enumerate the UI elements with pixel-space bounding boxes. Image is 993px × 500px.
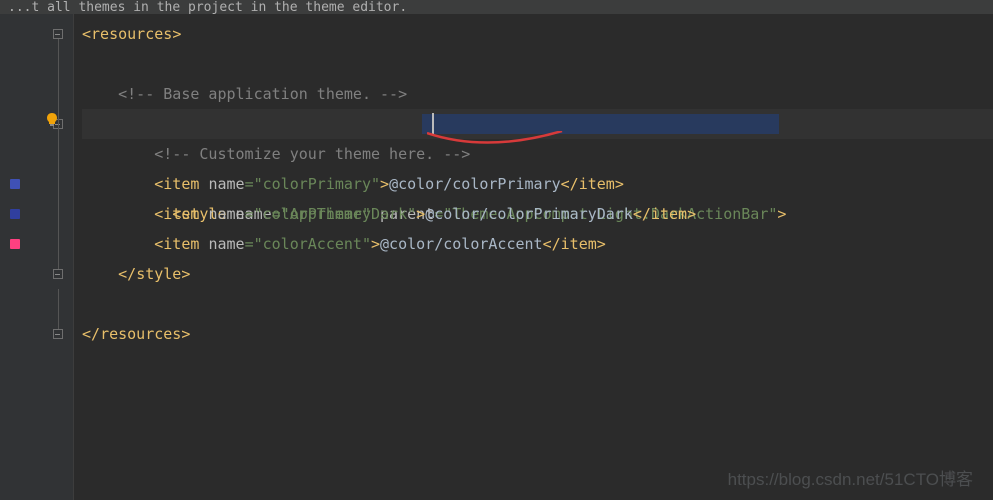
code-line[interactable]: </style>: [82, 259, 993, 289]
color-swatch[interactable]: [10, 179, 20, 189]
line-number: [6, 199, 36, 229]
code-editor[interactable]: <resources> <!-- Base application theme.…: [74, 14, 993, 500]
intention-bulb-icon[interactable]: [46, 113, 58, 127]
fold-toggle-icon[interactable]: [53, 269, 63, 279]
line-number: [6, 169, 36, 199]
code-line[interactable]: <item name="colorAccent">@color/colorAcc…: [82, 229, 993, 259]
line-number: [6, 79, 36, 109]
line-number: [6, 19, 36, 49]
code-line[interactable]: <!-- Customize your theme here. -->: [82, 139, 993, 169]
color-swatch[interactable]: [10, 209, 20, 219]
code-line[interactable]: <item name="colorPrimary">@color/colorPr…: [82, 169, 993, 199]
fold-gutter: [42, 14, 74, 500]
line-number: [6, 49, 36, 79]
fold-toggle-icon[interactable]: [53, 29, 63, 39]
banner-bar: ...t all themes in the project in the th…: [0, 0, 993, 14]
code-line[interactable]: <resources>: [82, 19, 993, 49]
watermark-text: https://blog.csdn.net/51CTO博客: [728, 465, 973, 490]
fold-toggle-icon[interactable]: [53, 329, 63, 339]
line-number: [6, 229, 36, 259]
code-line[interactable]: [82, 289, 993, 319]
editor-container: <resources> <!-- Base application theme.…: [0, 14, 993, 500]
code-line[interactable]: [82, 49, 993, 79]
line-number: [6, 259, 36, 289]
code-line-active[interactable]: <style name="AppTheme" parent="Theme.App…: [82, 109, 993, 139]
line-number: [6, 289, 36, 319]
code-line[interactable]: <!-- Base application theme. -->: [82, 79, 993, 109]
line-number: [6, 109, 36, 139]
line-number-gutter: [0, 14, 42, 500]
code-line[interactable]: <item name="colorPrimaryDark">@color/col…: [82, 199, 993, 229]
text-caret: [432, 113, 434, 135]
color-swatch[interactable]: [10, 239, 20, 249]
code-line[interactable]: </resources>: [82, 319, 993, 349]
line-number: [6, 139, 36, 169]
